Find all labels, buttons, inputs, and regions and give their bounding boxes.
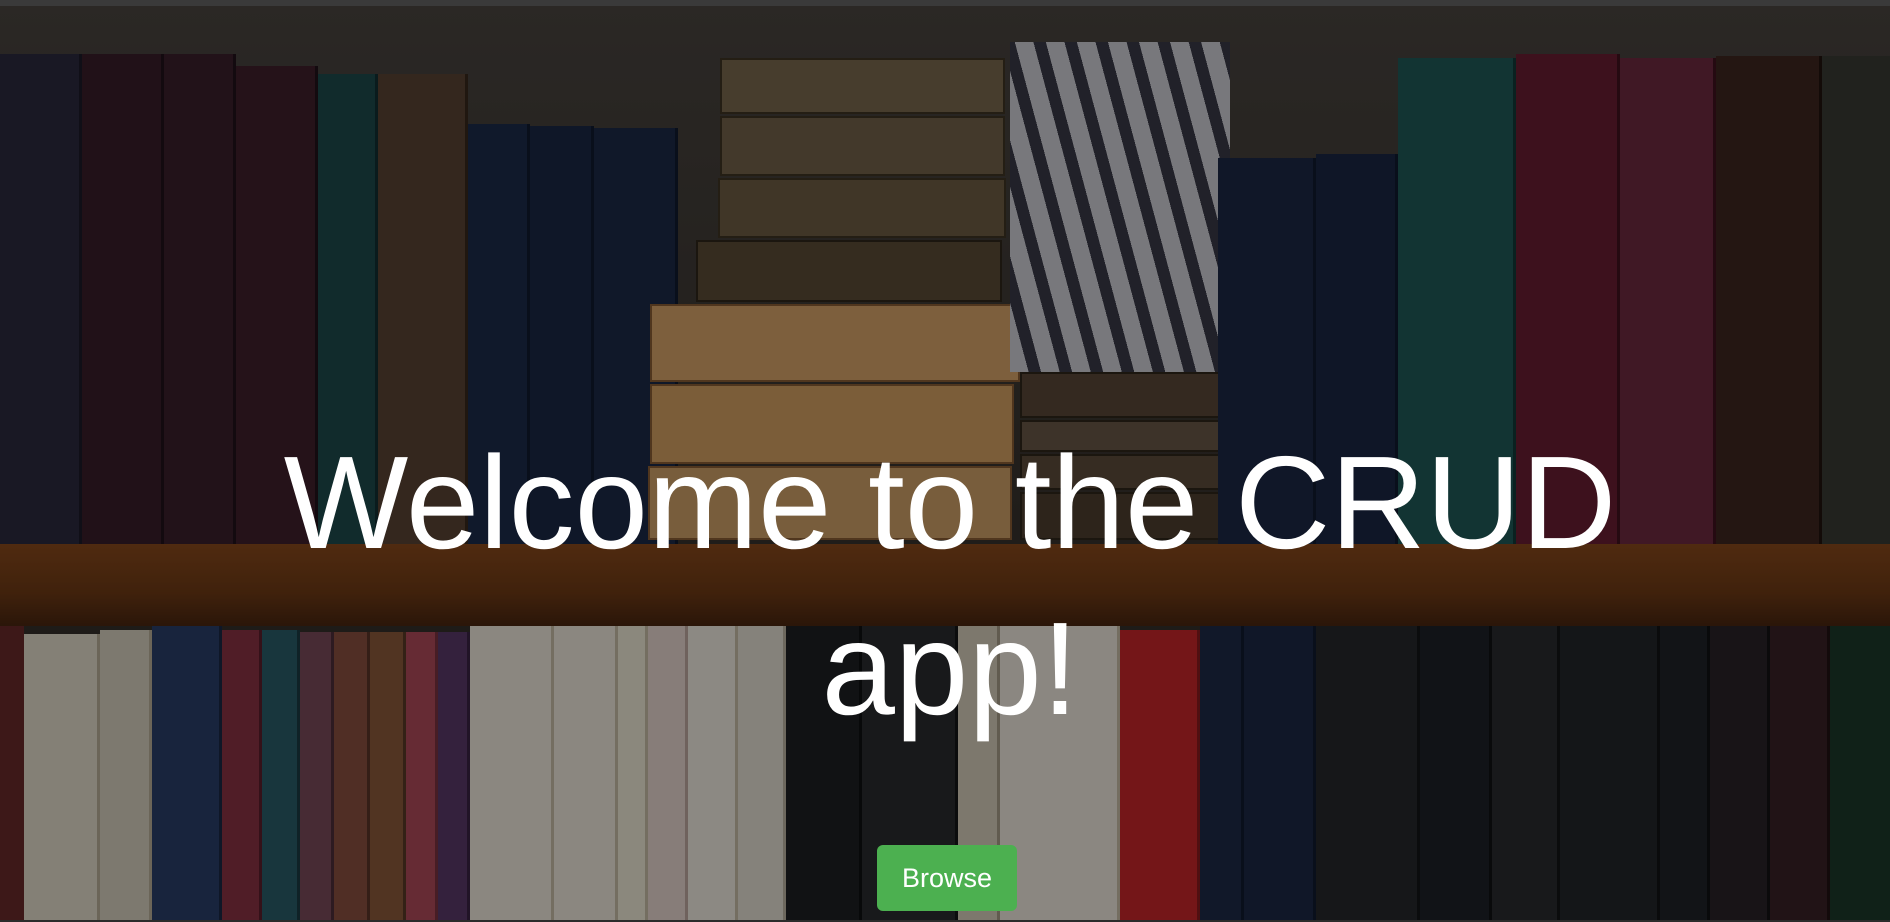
browse-button[interactable]: Browse	[877, 845, 1017, 911]
hero-content: Welcome to the CRUD app! Browse	[0, 0, 1890, 922]
welcome-heading: Welcome to the CRUD app!	[283, 429, 1617, 742]
